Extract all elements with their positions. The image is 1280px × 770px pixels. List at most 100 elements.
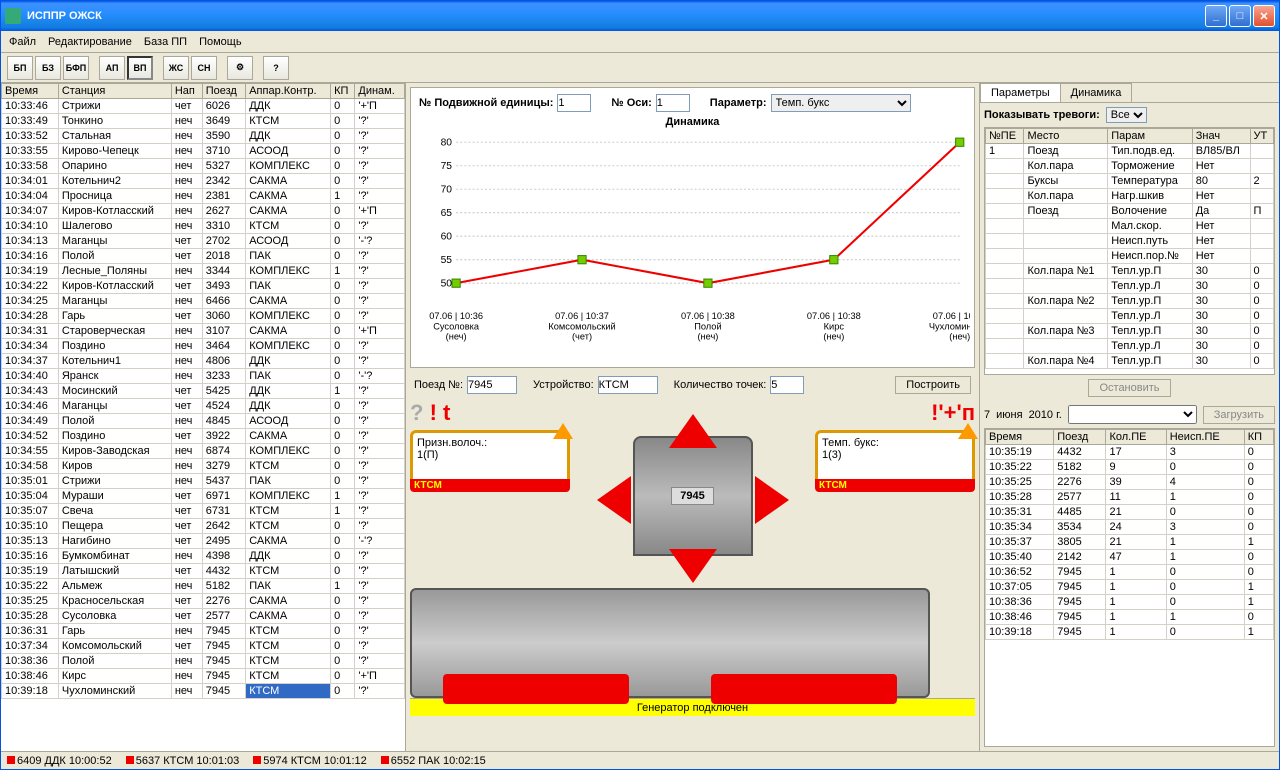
table-row[interactable]: 10:34:37Котельнич1неч4806ДДК0'?': [2, 354, 405, 369]
stop-button[interactable]: Остановить: [1088, 379, 1170, 397]
table-row[interactable]: 10:33:58Опаринонеч5327КОМПЛЕКС0'?': [2, 159, 405, 174]
tool-help[interactable]: ?: [263, 56, 289, 80]
table-row[interactable]: 10:35:10Пещерачет2642КТСМ0'?': [2, 519, 405, 534]
table-row[interactable]: 10:34:31Староверческаянеч3107САКМА0'+'П: [2, 324, 405, 339]
unit-input[interactable]: [557, 94, 591, 112]
nav-up[interactable]: [669, 414, 717, 448]
table-row[interactable]: 10:33:49Тонкинонеч3649КТСМ0'?': [2, 114, 405, 129]
table-row[interactable]: 10:34:55Киров-Заводскаянеч6874КОМПЛЕКС0'…: [2, 444, 405, 459]
table-row[interactable]: 10:34:13Маганцычет2702АСООД0'-'?: [2, 234, 405, 249]
bogie-1[interactable]: [443, 674, 629, 704]
menu-edit[interactable]: Редактирование: [48, 36, 132, 48]
tool-settings[interactable]: ⚙: [227, 56, 253, 80]
table-row[interactable]: 10:35:13Нагибиночет2495САКМА0'-'?: [2, 534, 405, 549]
tool-vp[interactable]: ВП: [127, 56, 153, 80]
menu-file[interactable]: Файл: [9, 36, 36, 48]
table-row[interactable]: 10:35:25Красносельскаячет2276САКМА0'?': [2, 594, 405, 609]
table-row[interactable]: 10:34:07Киров-Котласскийнеч2627САКМА0'+'…: [2, 204, 405, 219]
table-row[interactable]: 10:34:46Маганцычет4524ДДК0'?': [2, 399, 405, 414]
table-row[interactable]: 10:34:16Полойчет2018ПАК0'?': [2, 249, 405, 264]
table-row[interactable]: 10:35:07Свечачет6731КТСМ1'?': [2, 504, 405, 519]
tool-zhs[interactable]: ЖС: [163, 56, 189, 80]
nav-left[interactable]: [597, 476, 631, 524]
maximize-button[interactable]: □: [1229, 5, 1251, 27]
table-row[interactable]: Неисп.путьНет: [986, 234, 1274, 249]
table-row[interactable]: 10:34:58Кировнеч3279КТСМ0'?': [2, 459, 405, 474]
table-row[interactable]: 10:34:52Поздиночет3922САКМА0'?': [2, 429, 405, 444]
table-row[interactable]: 10:35:2825771110: [986, 490, 1274, 505]
table-row[interactable]: Тепл.ур.Л300: [986, 279, 1274, 294]
table-row[interactable]: 10:36:527945100: [986, 565, 1274, 580]
table-row[interactable]: Неисп.пор.№Нет: [986, 249, 1274, 264]
tool-bfp[interactable]: БФП: [63, 56, 89, 80]
table-row[interactable]: Тепл.ур.Л300: [986, 309, 1274, 324]
table-row[interactable]: 10:34:28Гарьчет3060КОМПЛЕКС0'?': [2, 309, 405, 324]
menu-db[interactable]: База ПП: [144, 36, 187, 48]
close-button[interactable]: ✕: [1253, 5, 1275, 27]
table-row[interactable]: 10:36:31Гарьнеч7945КТСМ0'?': [2, 624, 405, 639]
table-row[interactable]: 10:35:4021424710: [986, 550, 1274, 565]
summary-table[interactable]: ВремяПоездКол.ПЕНеисп.ПЕКП10:35:19443217…: [984, 428, 1275, 747]
table-row[interactable]: Кол.пара №2Тепл.ур.П300: [986, 294, 1274, 309]
table-row[interactable]: 10:37:34Комсомольскийчет7945КТСМ0'?': [2, 639, 405, 654]
table-row[interactable]: 10:37:057945101: [986, 580, 1274, 595]
table-row[interactable]: 10:34:01Котельнич2неч2342САКМА0'?': [2, 174, 405, 189]
tab-dynamics[interactable]: Динамика: [1060, 83, 1133, 102]
table-row[interactable]: 10:35:3144852100: [986, 505, 1274, 520]
build-button[interactable]: Построить: [895, 376, 971, 394]
table-row[interactable]: 10:34:49Полойнеч4845АСООД0'?': [2, 414, 405, 429]
table-row[interactable]: 10:38:467945110: [986, 610, 1274, 625]
tab-params[interactable]: Параметры: [980, 83, 1061, 102]
table-row[interactable]: Кол.пара №4Тепл.ур.П300: [986, 354, 1274, 369]
nav-right[interactable]: [755, 476, 789, 524]
table-row[interactable]: 10:34:40Яранскнеч3233ПАК0'-'?: [2, 369, 405, 384]
table-row[interactable]: 10:34:43Мосинскийчет5425ДДК1'?': [2, 384, 405, 399]
table-row[interactable]: 10:34:04Просницанеч2381САКМА1'?': [2, 189, 405, 204]
table-row[interactable]: 10:38:367945101: [986, 595, 1274, 610]
bogie-2[interactable]: [711, 674, 897, 704]
table-row[interactable]: 10:35:01Стрижинеч5437ПАК0'?': [2, 474, 405, 489]
table-row[interactable]: 10:35:28Суcоловкачет2577САКМА0'?': [2, 609, 405, 624]
table-row[interactable]: Кол.пара №3Тепл.ур.П300: [986, 324, 1274, 339]
table-row[interactable]: ПоездВолочениеДаП: [986, 204, 1274, 219]
table-row[interactable]: 10:34:19Лесные_Полянынеч3344КОМПЛЕКС1'?': [2, 264, 405, 279]
menu-help[interactable]: Помощь: [199, 36, 242, 48]
table-row[interactable]: 10:35:3738052111: [986, 535, 1274, 550]
load-button[interactable]: Загрузить: [1203, 406, 1275, 424]
table-row[interactable]: Мал.скор.Нет: [986, 219, 1274, 234]
tool-bp[interactable]: БП: [7, 56, 33, 80]
tool-bz[interactable]: БЗ: [35, 56, 61, 80]
device-input[interactable]: [598, 376, 658, 394]
params-table[interactable]: №ПЕМестоПарамЗначУТ1ПоездТип.подв.ед.ВЛ8…: [984, 127, 1275, 375]
table-row[interactable]: 10:34:25Маганцынеч6466САКМА0'?': [2, 294, 405, 309]
table-row[interactable]: 10:39:187945101: [986, 625, 1274, 640]
filter-select[interactable]: Все: [1106, 107, 1147, 123]
param-select[interactable]: Темп. букс: [771, 94, 911, 112]
table-row[interactable]: Тепл.ур.Л300: [986, 339, 1274, 354]
table-row[interactable]: 10:35:225182900: [986, 460, 1274, 475]
table-row[interactable]: 10:35:1944321730: [986, 445, 1274, 460]
date-picker[interactable]: [1068, 405, 1197, 424]
points-input[interactable]: [770, 376, 804, 394]
table-row[interactable]: 10:34:22Киров-Котласскийчет3493ПАК0'?': [2, 279, 405, 294]
table-row[interactable]: 10:33:46Стрижичет6026ДДК0'+'П: [2, 99, 405, 114]
table-row[interactable]: 10:33:55Кирово-Чепецкнеч3710АСООД0'?': [2, 144, 405, 159]
table-row[interactable]: 10:38:36Полойнеч7945КТСМ0'?': [2, 654, 405, 669]
minimize-button[interactable]: _: [1205, 5, 1227, 27]
table-row[interactable]: 10:35:16Бумкомбинатнеч4398ДДК0'?': [2, 549, 405, 564]
table-row[interactable]: 10:35:2522763940: [986, 475, 1274, 490]
table-row[interactable]: Кол.параТорможениеНет: [986, 159, 1274, 174]
table-row[interactable]: 10:38:46Кирснеч7945КТСМ0'+'П: [2, 669, 405, 684]
table-row[interactable]: 10:33:52Стальнаянеч3590ДДК0'?': [2, 129, 405, 144]
table-row[interactable]: 10:34:34Поздинонеч3464КОМПЛЕКС0'?': [2, 339, 405, 354]
tool-sn[interactable]: СН: [191, 56, 217, 80]
table-row[interactable]: 10:34:10Шалеговонеч3310КТСМ0'?': [2, 219, 405, 234]
events-table[interactable]: ВремяСтанцияНапПоездАппар.Контр.КПДинам.…: [1, 83, 405, 751]
table-row[interactable]: 10:35:22Альмежнеч5182ПАК1'?': [2, 579, 405, 594]
table-row[interactable]: 1ПоездТип.подв.ед.ВЛ85/ВЛ: [986, 144, 1274, 159]
tool-ap[interactable]: АП: [99, 56, 125, 80]
train-input[interactable]: [467, 376, 517, 394]
table-row[interactable]: БуксыТемпература802: [986, 174, 1274, 189]
table-row[interactable]: 10:35:19Латышскийчет4432КТСМ0'?': [2, 564, 405, 579]
table-row[interactable]: 10:39:18Чухломинскийнеч7945КТСМ0'?': [2, 684, 405, 699]
